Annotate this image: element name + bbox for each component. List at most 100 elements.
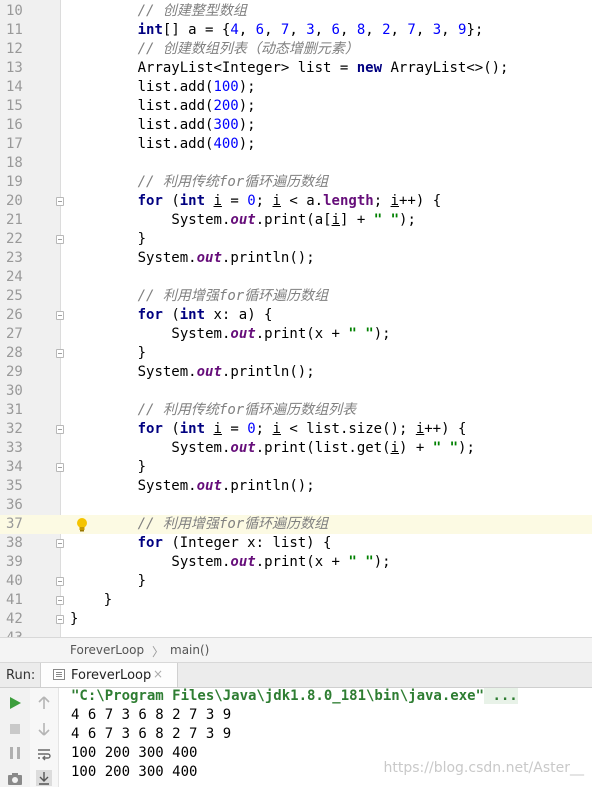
code-line[interactable]: 40} — [0, 572, 592, 591]
code-line[interactable]: 10 // 创建整型数组 — [0, 2, 592, 21]
breadcrumb-method[interactable]: main() — [170, 643, 209, 657]
code-line[interactable]: 15 list.add(200); — [0, 97, 592, 116]
code-line[interactable]: 12 // 创建数组列表（动态增删元素） — [0, 40, 592, 59]
code-text: } — [137, 345, 147, 361]
scroll-to-end-icon[interactable] — [35, 769, 53, 787]
line-number: 25 — [6, 288, 23, 304]
line-number: 40 — [6, 573, 23, 589]
code-line[interactable]: 41} — [0, 591, 592, 610]
console-command: "C:\Program Files\Java\jdk1.8.0_181\bin\… — [71, 688, 485, 704]
code-line[interactable]: 14 list.add(100); — [0, 78, 592, 97]
soft-wrap-icon[interactable] — [35, 745, 53, 763]
code-line[interactable]: 36 — [0, 496, 592, 515]
line-number: 31 — [6, 402, 23, 418]
line-number: 27 — [6, 326, 23, 342]
code-line[interactable]: 31 // 利用传统for循环遍历数组列表 — [0, 401, 592, 420]
fold-marker-icon[interactable] — [56, 235, 64, 244]
run-label: Run: — [6, 668, 36, 683]
scroll-up-icon[interactable] — [35, 694, 53, 712]
close-icon[interactable]: × — [153, 667, 163, 681]
code-line[interactable]: 37 // 利用增强for循环遍历数组 — [0, 515, 592, 534]
code-text: System.out.print(x + " "); — [171, 326, 391, 342]
code-text: System.out.print(a[i] + " "); — [171, 212, 416, 228]
fold-marker-icon[interactable] — [56, 596, 64, 605]
code-line[interactable]: 26 for (int x: a) { — [0, 306, 592, 325]
line-number: 13 — [6, 60, 23, 76]
line-number: 38 — [6, 535, 23, 551]
code-editor[interactable]: 10 // 创建整型数组 11 int[] a = {4, 6, 7, 3, 6, 8… — [0, 0, 592, 637]
run-icon[interactable] — [6, 694, 24, 712]
line-number: 43 — [6, 629, 36, 637]
code-text: for (int i = 0; i < a.length; i++) { — [137, 193, 442, 209]
fold-marker-icon[interactable] — [56, 311, 64, 320]
breadcrumb: ForeverLoop 〉 main() — [0, 637, 592, 663]
code-line[interactable]: 28} — [0, 344, 592, 363]
console-output-line: 100 200 300 400 — [71, 764, 198, 780]
stop-icon[interactable] — [6, 720, 24, 738]
intention-bulb-icon[interactable] — [75, 517, 89, 532]
code-line[interactable]: 38 for (Integer x: list) { — [0, 534, 592, 553]
code-line[interactable]: 19 // 利用传统for循环遍历数组 — [0, 173, 592, 192]
code-line[interactable]: 16 list.add(300); — [0, 116, 592, 135]
code-line[interactable]: 32 for (int i = 0; i < list.size(); i++) … — [0, 420, 592, 439]
run-tab-foreverloop[interactable]: ForeverLoop × — [40, 663, 178, 687]
camera-icon[interactable] — [6, 770, 24, 787]
code-text: } — [103, 592, 113, 608]
breadcrumb-class[interactable]: ForeverLoop — [70, 643, 144, 657]
code-line[interactable]: 30 — [0, 382, 592, 401]
code-line[interactable]: 18 — [0, 154, 592, 173]
code-text: } — [137, 459, 147, 475]
line-number: 19 — [6, 174, 23, 190]
fold-marker-icon[interactable] — [56, 349, 64, 358]
code-line[interactable]: 17 list.add(400); — [0, 135, 592, 154]
line-number: 14 — [6, 79, 23, 95]
run-toolbar: Run: ForeverLoop × — [0, 663, 592, 688]
code-line[interactable]: 22} — [0, 230, 592, 249]
code-line[interactable]: 23 System.out.println(); — [0, 249, 592, 268]
code-line[interactable]: 27 System.out.print(x + " "); — [0, 325, 592, 344]
console-command-more[interactable]: ... — [484, 688, 518, 704]
line-number: 21 — [6, 212, 23, 228]
code-text: System.out.println(); — [137, 250, 315, 266]
code-line[interactable]: 34} — [0, 458, 592, 477]
code-line[interactable]: 35 System.out.println(); — [0, 477, 592, 496]
fold-marker-icon[interactable] — [56, 425, 64, 434]
line-number: 26 — [6, 307, 23, 323]
fold-marker-icon[interactable] — [56, 197, 64, 206]
code-text: // 利用传统for循环遍历数组列表 — [137, 402, 357, 418]
code-line[interactable]: 42} — [0, 610, 592, 629]
code-text: // 利用增强for循环遍历数组 — [137, 516, 329, 532]
console-tab-icon — [53, 669, 65, 680]
code-text: list.add(400); — [137, 136, 256, 152]
fold-marker-icon[interactable] — [56, 539, 64, 548]
console-output-line: 100 200 300 400 — [71, 745, 198, 761]
code-line[interactable]: 43 — [0, 629, 592, 637]
line-number: 17 — [6, 136, 23, 152]
code-text: // 创建整型数组 — [137, 3, 247, 19]
code-line[interactable]: 25 // 利用增强for循环遍历数组 — [0, 287, 592, 306]
code-line[interactable]: 21 System.out.print(a[i] + " "); — [0, 211, 592, 230]
code-text: System.out.println(); — [137, 364, 315, 380]
code-line[interactable]: 13 ArrayList<Integer> list = new ArrayLis… — [0, 59, 592, 78]
code-line[interactable]: 24 — [0, 268, 592, 287]
code-line[interactable]: 29 System.out.println(); — [0, 363, 592, 382]
code-text: ArrayList<Integer> list = new ArrayList<… — [137, 60, 509, 76]
breadcrumb-separator: 〉 — [152, 645, 165, 659]
line-number: 34 — [6, 459, 23, 475]
fold-marker-icon[interactable] — [56, 615, 64, 624]
line-number: 29 — [6, 364, 23, 380]
pause-icon[interactable] — [6, 744, 24, 762]
scroll-down-icon[interactable] — [35, 720, 53, 738]
watermark: https://blog.csdn.net/Aster__ — [383, 760, 584, 776]
fold-marker-icon[interactable] — [56, 577, 64, 586]
line-number: 20 — [6, 193, 23, 209]
fold-marker-icon[interactable] — [56, 463, 64, 472]
code-text: for (int i = 0; i < list.size(); i++) { — [137, 421, 467, 437]
line-number: 37 — [6, 516, 23, 532]
code-line[interactable]: 20 for (int i = 0; i < a.length; i++) { — [0, 192, 592, 211]
line-number: 30 — [6, 383, 23, 399]
line-number: 11 — [6, 22, 23, 38]
code-line[interactable]: 39 System.out.print(x + " "); — [0, 553, 592, 572]
code-line[interactable]: 11 int[] a = {4, 6, 7, 3, 6, 8, 2, 7, 3, … — [0, 21, 592, 40]
code-line[interactable]: 33 System.out.print(list.get(i) + " "); — [0, 439, 592, 458]
